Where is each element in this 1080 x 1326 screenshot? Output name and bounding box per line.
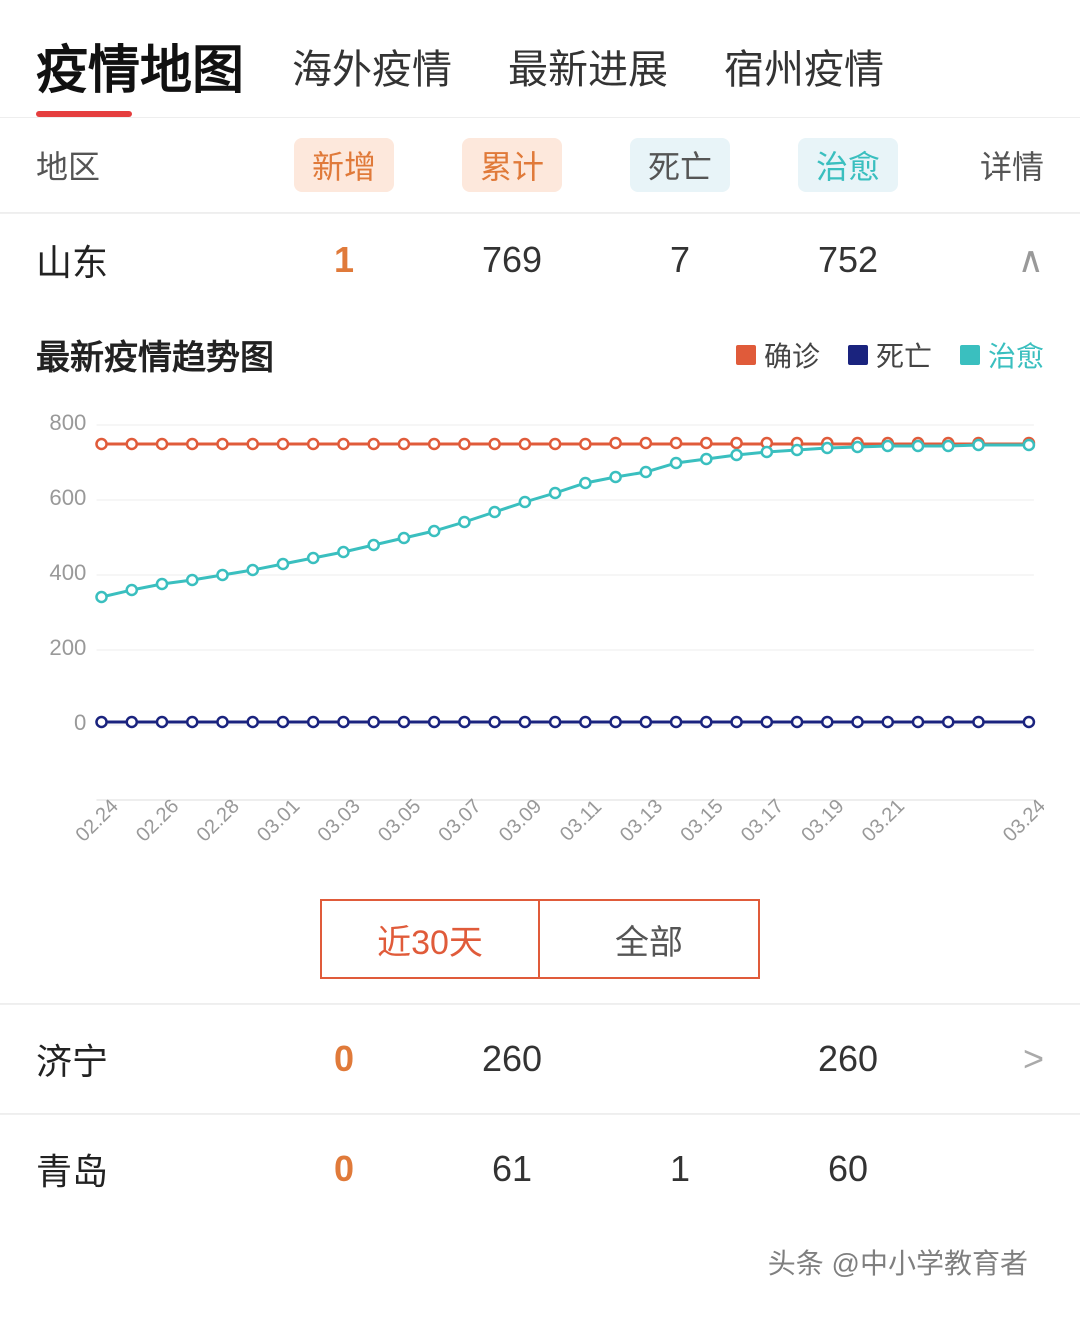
col-header-recover: 治愈 <box>764 138 932 192</box>
col-header-total: 累计 <box>428 138 596 192</box>
time-filter: 近30天 全部 <box>36 899 1044 979</box>
region-shandong: 山东 <box>36 234 260 286</box>
legend-recover: 治愈 <box>960 335 1044 375</box>
svg-text:02.26: 02.26 <box>132 795 183 846</box>
svg-text:03.07: 03.07 <box>434 795 485 846</box>
row-qingdao: 青岛 0 61 1 60 <box>0 1114 1080 1223</box>
svg-text:03.01: 03.01 <box>253 795 304 846</box>
legend-confirm-dot <box>736 345 756 365</box>
detail-shandong[interactable]: ∧ <box>932 239 1044 281</box>
svg-text:03.17: 03.17 <box>737 795 788 846</box>
legend-recover-label: 治愈 <box>988 335 1044 375</box>
chart-title: 最新疫情趋势图 <box>36 330 274 379</box>
header: 疫情地图 海外疫情 最新进展 宿州疫情 <box>0 0 1080 103</box>
svg-text:03.03: 03.03 <box>314 795 365 846</box>
total-shandong: 769 <box>428 239 596 281</box>
nav-latest[interactable]: 最新进展 <box>508 37 668 95</box>
svg-text:800: 800 <box>49 410 86 435</box>
svg-text:03.09: 03.09 <box>495 795 546 846</box>
row-jining: 济宁 0 260 260 > <box>0 1004 1080 1113</box>
col-recover-bg: 治愈 <box>798 138 898 192</box>
svg-text:200: 200 <box>49 635 86 660</box>
col-death-bg: 死亡 <box>630 138 730 192</box>
svg-text:03.19: 03.19 <box>797 795 848 846</box>
svg-text:02.24: 02.24 <box>72 795 123 846</box>
chart-svg: 800 600 400 200 0 <box>36 395 1044 875</box>
col-header-death: 死亡 <box>596 138 764 192</box>
total-jining: 260 <box>428 1038 596 1080</box>
recover-shandong: 752 <box>764 239 932 281</box>
total-qingdao: 61 <box>428 1148 596 1190</box>
btn-30days[interactable]: 近30天 <box>320 899 540 979</box>
svg-text:400: 400 <box>49 560 86 585</box>
legend-confirm: 确诊 <box>736 335 820 375</box>
legend-recover-dot <box>960 345 980 365</box>
detail-jining[interactable]: > <box>932 1038 1044 1080</box>
main-data-row: 山东 1 769 7 752 ∧ <box>0 213 1080 306</box>
table-header: 地区 新增 累计 死亡 治愈 详情 <box>0 118 1080 212</box>
region-jining: 济宁 <box>36 1033 260 1085</box>
death-shandong: 7 <box>596 239 764 281</box>
chart-legend: 确诊 死亡 治愈 <box>736 335 1044 375</box>
page-title: 疫情地图 <box>36 28 244 103</box>
col-header-new: 新增 <box>260 138 428 192</box>
col-header-region: 地区 <box>36 142 260 188</box>
btn-all[interactable]: 全部 <box>540 899 760 979</box>
svg-text:600: 600 <box>49 485 86 510</box>
legend-confirm-label: 确诊 <box>764 335 820 375</box>
new-qingdao: 0 <box>260 1148 428 1190</box>
col-total-bg: 累计 <box>462 138 562 192</box>
col-new-bg: 新增 <box>294 138 394 192</box>
svg-text:03.11: 03.11 <box>556 796 606 846</box>
svg-text:03.13: 03.13 <box>616 795 667 846</box>
recover-jining: 260 <box>764 1038 932 1080</box>
nav-bar: 海外疫情 最新进展 宿州疫情 <box>292 37 884 95</box>
svg-text:03.24: 03.24 <box>999 795 1044 846</box>
legend-death: 死亡 <box>848 335 932 375</box>
legend-death-label: 死亡 <box>876 335 932 375</box>
svg-text:03.15: 03.15 <box>676 795 727 846</box>
chart-section: 最新疫情趋势图 确诊 死亡 治愈 <box>36 330 1044 979</box>
new-shandong: 1 <box>260 239 428 281</box>
col-header-detail: 详情 <box>932 142 1044 188</box>
region-qingdao: 青岛 <box>36 1143 260 1195</box>
chart-header: 最新疫情趋势图 确诊 死亡 治愈 <box>36 330 1044 379</box>
watermark: 头条 @中小学教育者 <box>756 1238 1040 1286</box>
recover-qingdao: 60 <box>764 1148 932 1190</box>
svg-text:02.28: 02.28 <box>193 795 244 846</box>
legend-death-dot <box>848 345 868 365</box>
svg-text:0: 0 <box>74 710 86 735</box>
svg-text:03.05: 03.05 <box>374 795 425 846</box>
death-qingdao: 1 <box>596 1148 764 1190</box>
new-jining: 0 <box>260 1038 428 1080</box>
chart-area: 800 600 400 200 0 <box>36 395 1044 875</box>
nav-overseas[interactable]: 海外疫情 <box>292 37 452 95</box>
nav-suzhou[interactable]: 宿州疫情 <box>724 37 884 95</box>
svg-text:03.21: 03.21 <box>858 795 909 846</box>
